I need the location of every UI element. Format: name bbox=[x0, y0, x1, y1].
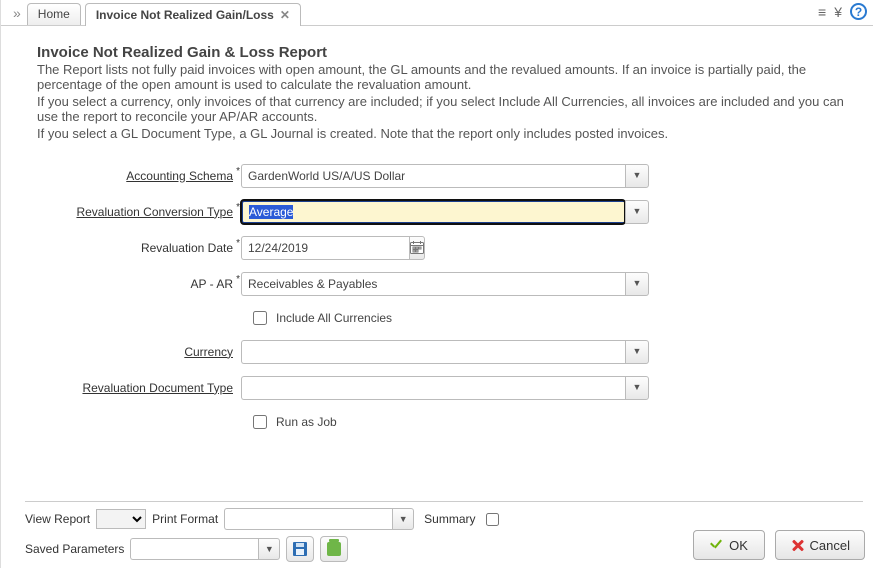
combo-revaluation-document-type: ▼ bbox=[241, 376, 649, 400]
app-window: » Home Invoice Not Realized Gain/Loss ✕ … bbox=[0, 0, 873, 568]
combo-saved-parameters: ▼ bbox=[130, 538, 280, 560]
label-summary: Summary bbox=[424, 512, 475, 526]
checkbox-summary[interactable] bbox=[486, 513, 499, 526]
input-print-format[interactable] bbox=[224, 508, 392, 530]
cancel-button-label: Cancel bbox=[810, 538, 850, 553]
label-revaluation-conversion-type[interactable]: Revaluation Conversion Type bbox=[37, 205, 241, 219]
label-include-all-currencies: Include All Currencies bbox=[276, 311, 392, 325]
dropdown-btn-saved-parameters[interactable]: ▼ bbox=[258, 538, 280, 560]
check-icon bbox=[709, 538, 723, 552]
collapse-icon[interactable]: ¥ bbox=[834, 4, 842, 20]
label-saved-parameters: Saved Parameters bbox=[25, 542, 124, 556]
bottom-bar: View Report Print Format ▼ Summary Saved… bbox=[1, 495, 873, 568]
dropdown-btn-accounting-schema[interactable]: ▼ bbox=[625, 164, 649, 188]
checkbox-run-as-job[interactable] bbox=[253, 415, 267, 429]
date-revaluation-date bbox=[241, 236, 361, 260]
row-view-report: View Report Print Format ▼ Summary bbox=[25, 508, 863, 530]
page-desc-1: The Report lists not fully paid invoices… bbox=[37, 63, 855, 93]
chevron-down-icon: ▼ bbox=[265, 545, 274, 554]
input-revaluation-document-type[interactable] bbox=[241, 376, 625, 400]
row-run-as-job: Run as Job bbox=[249, 412, 855, 432]
combo-currency: ▼ bbox=[241, 340, 649, 364]
save-parameters-button[interactable] bbox=[286, 536, 314, 562]
page-desc-3: If you select a GL Document Type, a GL J… bbox=[37, 127, 855, 142]
dropdown-btn-revaluation-conversion-type[interactable]: ▼ bbox=[625, 200, 649, 224]
select-view-report[interactable] bbox=[96, 509, 146, 529]
input-accounting-schema[interactable] bbox=[241, 164, 625, 188]
chevron-down-icon: ▼ bbox=[633, 383, 642, 392]
chevron-down-icon: ▼ bbox=[633, 207, 642, 216]
label-run-as-job: Run as Job bbox=[276, 415, 337, 429]
help-icon[interactable]: ? bbox=[850, 3, 867, 20]
combo-print-format: ▼ bbox=[224, 508, 414, 530]
divider bbox=[25, 501, 863, 502]
cancel-button[interactable]: Cancel bbox=[775, 530, 865, 560]
input-saved-parameters[interactable] bbox=[130, 538, 258, 560]
calendar-btn-revaluation-date[interactable] bbox=[409, 236, 425, 260]
chevron-down-icon: ▼ bbox=[633, 279, 642, 288]
ok-button-label: OK bbox=[729, 538, 748, 553]
label-currency[interactable]: Currency bbox=[37, 345, 241, 359]
parameter-form: Accounting Schema ▼ Revaluation Conversi… bbox=[37, 164, 855, 432]
menu-icon[interactable]: ≡ bbox=[818, 4, 826, 20]
row-include-all-currencies: Include All Currencies bbox=[249, 308, 855, 328]
cancel-icon bbox=[790, 538, 804, 552]
trash-icon bbox=[327, 542, 341, 556]
checkbox-include-all-currencies[interactable] bbox=[253, 311, 267, 325]
dropdown-btn-revaluation-document-type[interactable]: ▼ bbox=[625, 376, 649, 400]
tab-invoice-not-realized[interactable]: Invoice Not Realized Gain/Loss ✕ bbox=[85, 3, 301, 26]
tabbar-expand-icon[interactable]: » bbox=[7, 5, 27, 21]
tab-bar: » Home Invoice Not Realized Gain/Loss ✕ … bbox=[1, 0, 873, 26]
dropdown-btn-print-format[interactable]: ▼ bbox=[392, 508, 414, 530]
input-ap-ar[interactable] bbox=[241, 272, 625, 296]
chevron-down-icon: ▼ bbox=[633, 347, 642, 356]
combo-ap-ar: ▼ bbox=[241, 272, 649, 296]
tabbar-right-controls: ≡ ¥ ? bbox=[818, 3, 867, 20]
dropdown-btn-ap-ar[interactable]: ▼ bbox=[625, 272, 649, 296]
tab-close-icon[interactable]: ✕ bbox=[280, 5, 290, 26]
combo-revaluation-conversion-type: ▼ bbox=[241, 200, 649, 224]
label-print-format: Print Format bbox=[152, 512, 218, 526]
content-area: Invoice Not Realized Gain & Loss Report … bbox=[1, 26, 873, 432]
tab-active-label: Invoice Not Realized Gain/Loss bbox=[96, 5, 274, 26]
input-revaluation-date[interactable] bbox=[241, 236, 409, 260]
tab-home[interactable]: Home bbox=[27, 3, 81, 25]
page-title: Invoice Not Realized Gain & Loss Report bbox=[37, 44, 855, 61]
chevron-down-icon: ▼ bbox=[399, 515, 408, 524]
delete-parameters-button[interactable] bbox=[320, 536, 348, 562]
label-accounting-schema[interactable]: Accounting Schema bbox=[37, 169, 241, 183]
ok-button[interactable]: OK bbox=[693, 530, 765, 560]
tab-home-label: Home bbox=[38, 4, 70, 25]
combo-accounting-schema: ▼ bbox=[241, 164, 649, 188]
input-revaluation-conversion-type[interactable] bbox=[241, 200, 625, 224]
page-desc-2: If you select a currency, only invoices … bbox=[37, 95, 855, 125]
save-icon bbox=[293, 542, 307, 556]
label-revaluation-date: Revaluation Date bbox=[37, 241, 241, 255]
action-buttons: OK Cancel bbox=[693, 530, 865, 560]
chevron-down-icon: ▼ bbox=[633, 171, 642, 180]
input-currency[interactable] bbox=[241, 340, 625, 364]
label-ap-ar: AP - AR bbox=[37, 277, 241, 291]
dropdown-btn-currency[interactable]: ▼ bbox=[625, 340, 649, 364]
label-view-report: View Report bbox=[25, 512, 90, 526]
calendar-icon bbox=[410, 241, 424, 254]
label-revaluation-document-type[interactable]: Revaluation Document Type bbox=[37, 381, 241, 395]
